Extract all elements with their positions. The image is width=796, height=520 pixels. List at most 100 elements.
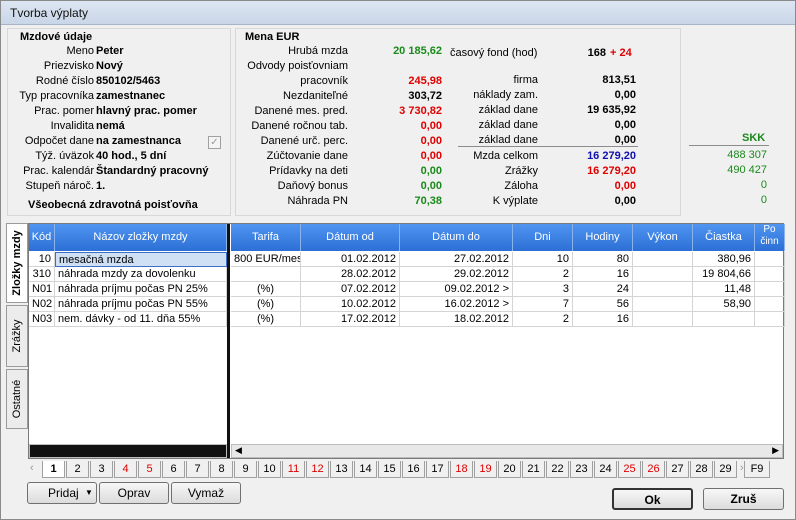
scroll-right-icon[interactable]: ▶ (772, 445, 779, 456)
table-cell-dni[interactable]: 2 (513, 267, 573, 282)
table-cell-vykon[interactable] (633, 312, 693, 327)
table-cell-nazov[interactable]: nem. dávky - od 11. dňa 55% (55, 312, 227, 327)
grid-column-header[interactable]: Čiastka (693, 224, 755, 251)
table-cell-tarifa[interactable]: 800 EUR/mes. (231, 252, 301, 267)
day-tab[interactable]: 13 (330, 461, 353, 478)
table-cell-dni[interactable]: 7 (513, 297, 573, 312)
day-tab[interactable]: 17 (426, 461, 449, 478)
day-tab[interactable]: 3 (90, 461, 113, 478)
table-cell-kod[interactable]: N01 (29, 282, 55, 297)
day-tab[interactable]: 5 (138, 461, 161, 478)
ok-button[interactable]: Ok (612, 488, 693, 510)
day-tab[interactable]: 29 (714, 461, 737, 478)
tab-salary-components[interactable]: Zložky mzdy (6, 223, 28, 303)
day-tab[interactable]: 28 (690, 461, 713, 478)
table-cell-od[interactable]: 07.02.2012 (301, 282, 400, 297)
table-row[interactable]: 310 náhrada mzdy za dovolenku 28.02.2012 29… (29, 267, 785, 282)
day-tab[interactable]: 20 (498, 461, 521, 478)
grid-column-header[interactable]: Názov zložky mzdy (55, 224, 227, 251)
edit-button[interactable]: Oprav (99, 482, 169, 504)
table-cell-hodiny[interactable]: 24 (573, 282, 633, 297)
day-tab[interactable]: 16 (402, 461, 425, 478)
day-tab[interactable]: 26 (642, 461, 665, 478)
day-tab[interactable]: 19 (474, 461, 497, 478)
table-cell-kod[interactable]: N02 (29, 297, 55, 312)
day-tab[interactable]: 27 (666, 461, 689, 478)
grid-column-header[interactable]: Dátum od (301, 224, 400, 251)
table-cell-ciastka[interactable]: 380,96 (693, 252, 755, 267)
day-tab[interactable]: 14 (354, 461, 377, 478)
table-row[interactable]: N02 náhrada príjmu počas PN 55% (%) 10.02.2… (29, 297, 785, 312)
table-cell-od[interactable]: 28.02.2012 (301, 267, 400, 282)
table-cell-nazov[interactable]: náhrada príjmu počas PN 25% (55, 282, 227, 297)
table-cell-vykon[interactable] (633, 282, 693, 297)
grid-column-header[interactable]: Kód (29, 224, 55, 251)
table-cell-ciastka[interactable]: 58,90 (693, 297, 755, 312)
right-horizontal-scrollbar[interactable]: ◀ ▶ (231, 444, 783, 458)
day-tab[interactable]: 7 (186, 461, 209, 478)
table-cell-nazov[interactable]: mesačná mzda (55, 252, 227, 267)
table-cell-hodiny[interactable]: 80 (573, 252, 633, 267)
add-button[interactable]: Pridaj ▼ (27, 482, 97, 504)
table-cell-tarifa[interactable]: (%) (231, 282, 301, 297)
table-cell-tarifa[interactable]: (%) (231, 312, 301, 327)
table-cell-dni[interactable]: 2 (513, 312, 573, 327)
table-row[interactable]: 10 mesačná mzda 800 EUR/mes. 01.02.2012 27.0… (29, 252, 785, 267)
table-row[interactable]: N03 nem. dávky - od 11. dňa 55% (%) 17.02.2… (29, 312, 785, 327)
table-cell-ciastka[interactable] (693, 312, 755, 327)
table-cell-ciastka[interactable]: 19 804,66 (693, 267, 755, 282)
day-tab[interactable]: 24 (594, 461, 617, 478)
table-cell-tarifa[interactable] (231, 267, 301, 282)
table-cell-kod[interactable]: N03 (29, 312, 55, 327)
day-tabs-next-icon[interactable]: › (740, 462, 744, 474)
table-cell-hodiny[interactable]: 16 (573, 312, 633, 327)
table-cell-tarifa[interactable]: (%) (231, 297, 301, 312)
table-cell-do[interactable]: 18.02.2012 (400, 312, 513, 327)
day-tab[interactable]: 12 (306, 461, 329, 478)
day-tab[interactable]: 25 (618, 461, 641, 478)
left-horizontal-scrollbar[interactable] (29, 444, 227, 458)
grid-column-header[interactable]: Po činn (755, 224, 785, 251)
table-cell-od[interactable]: 01.02.2012 (301, 252, 400, 267)
table-cell-do[interactable]: 29.02.2012 (400, 267, 513, 282)
table-cell-vykon[interactable] (633, 297, 693, 312)
day-tab[interactable]: 1 (42, 461, 65, 478)
day-tab[interactable]: 10 (258, 461, 281, 478)
grid-column-header[interactable]: Výkon (633, 224, 693, 251)
tab-deductions[interactable]: Zrážky (6, 305, 28, 367)
table-cell-vykon[interactable] (633, 267, 693, 282)
day-tab[interactable]: 22 (546, 461, 569, 478)
table-cell-hodiny[interactable]: 56 (573, 297, 633, 312)
table-cell-do[interactable]: 09.02.2012 > (400, 282, 513, 297)
table-cell-ciastka[interactable]: 11,48 (693, 282, 755, 297)
deduction-checkbox[interactable]: ✓ (208, 136, 221, 149)
grid-column-header[interactable]: Dni (513, 224, 573, 251)
day-tab[interactable]: 9 (234, 461, 257, 478)
day-tab[interactable]: 23 (570, 461, 593, 478)
day-tabs-prev-icon[interactable]: ‹ (30, 462, 34, 474)
day-tab[interactable]: 21 (522, 461, 545, 478)
table-cell-nazov[interactable]: náhrada mzdy za dovolenku (55, 267, 227, 282)
table-cell-dni[interactable]: 3 (513, 282, 573, 297)
grid-column-header[interactable]: Tarifa (231, 224, 301, 251)
add-dropdown-icon[interactable]: ▼ (85, 483, 93, 503)
grid-column-header[interactable]: Dátum do (400, 224, 513, 251)
table-cell-do[interactable]: 27.02.2012 (400, 252, 513, 267)
day-tab[interactable]: 4 (114, 461, 137, 478)
day-tab[interactable]: 15 (378, 461, 401, 478)
day-tab[interactable]: 6 (162, 461, 185, 478)
table-cell-nazov[interactable]: náhrada príjmu počas PN 55% (55, 297, 227, 312)
grid-column-header[interactable]: Hodiny (573, 224, 633, 251)
table-cell-dni[interactable]: 10 (513, 252, 573, 267)
table-cell-vykon[interactable] (633, 252, 693, 267)
day-tab[interactable]: F9 (744, 461, 770, 478)
table-cell-do[interactable]: 16.02.2012 > (400, 297, 513, 312)
table-cell-od[interactable]: 17.02.2012 (301, 312, 400, 327)
cancel-button[interactable]: Zruš (703, 488, 784, 510)
table-row[interactable]: N01 náhrada príjmu počas PN 25% (%) 07.02.2… (29, 282, 785, 297)
scroll-left-icon[interactable]: ◀ (235, 445, 242, 456)
day-tab[interactable]: 2 (66, 461, 89, 478)
table-cell-kod[interactable]: 10 (29, 252, 55, 267)
table-cell-od[interactable]: 10.02.2012 (301, 297, 400, 312)
tab-other[interactable]: Ostatné (6, 369, 28, 429)
